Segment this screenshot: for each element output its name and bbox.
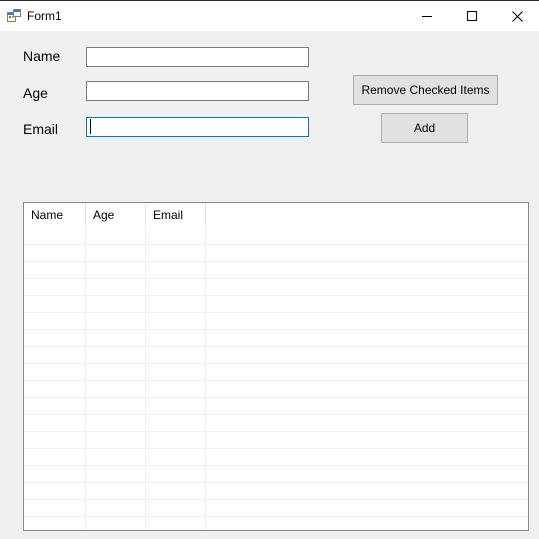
grid-row-line [24, 295, 528, 296]
email-field[interactable] [86, 117, 309, 137]
column-header-age[interactable]: Age [86, 203, 146, 227]
remove-checked-items-button[interactable]: Remove Checked Items [353, 75, 498, 105]
grid-row-line [24, 431, 528, 432]
column-header-name[interactable]: Name [24, 203, 86, 227]
grid-row-line [24, 516, 528, 517]
grid-row-line [24, 499, 528, 500]
grid-row-line [24, 482, 528, 483]
add-button[interactable]: Add [381, 113, 468, 143]
name-label: Name [23, 48, 61, 64]
maximize-icon [467, 11, 477, 21]
grid-row-line [24, 380, 528, 381]
grid-row-line [24, 397, 528, 398]
text-caret [90, 119, 91, 134]
title-bar[interactable]: Form1 [0, 1, 539, 31]
column-header-filler [206, 203, 528, 227]
grid-row-line [24, 465, 528, 466]
minimize-button[interactable] [404, 1, 450, 31]
grid-row-line [24, 363, 528, 364]
grid-column-line [205, 227, 206, 530]
grid-row-line [24, 244, 528, 245]
grid-row-line [24, 261, 528, 262]
maximize-button[interactable] [449, 1, 495, 31]
grid-row-line [24, 312, 528, 313]
name-field[interactable] [86, 47, 309, 67]
grid-column-line [145, 227, 146, 530]
grid-row-line [24, 448, 528, 449]
window-title: Form1 [27, 9, 62, 23]
email-label: Email [23, 121, 59, 137]
form1-window: Form1 Name Age Email Remove Checked Item… [0, 0, 539, 539]
column-header-email[interactable]: Email [146, 203, 206, 227]
age-label: Age [23, 85, 48, 101]
form-app-icon [7, 9, 21, 22]
minimize-icon [422, 16, 432, 17]
grid-row-line [24, 414, 528, 415]
listview-header: Name Age Email [24, 203, 528, 227]
items-listview[interactable]: Name Age Email [23, 202, 529, 531]
grid-column-line [85, 227, 86, 530]
grid-row-line [24, 278, 528, 279]
grid-row-line [24, 346, 528, 347]
close-icon [511, 10, 523, 22]
age-field[interactable] [86, 81, 309, 101]
grid-row-line [24, 329, 528, 330]
close-button[interactable] [494, 1, 539, 31]
